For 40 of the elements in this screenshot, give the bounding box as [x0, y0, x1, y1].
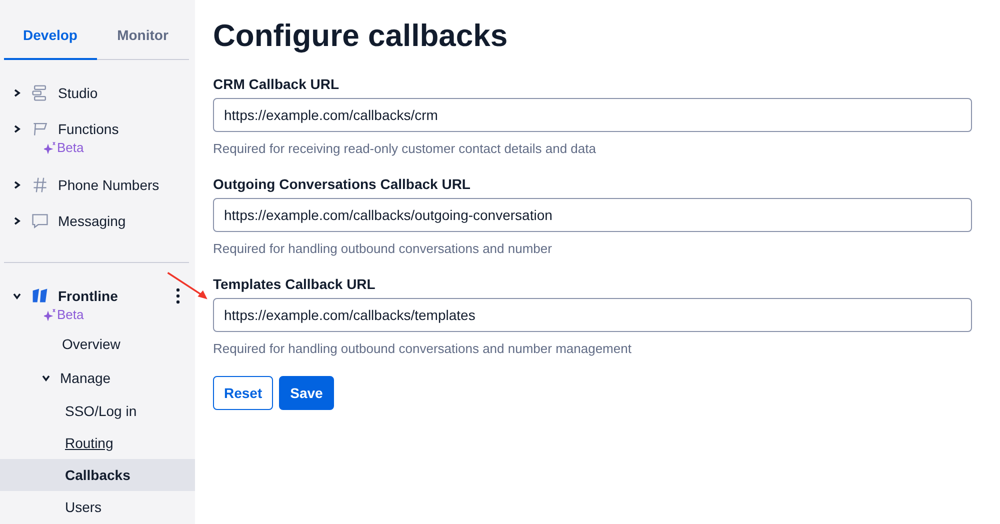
nav-item[interactable]: Messaging	[58, 213, 126, 229]
reset-button[interactable]: Reset	[213, 376, 274, 410]
flags-icon	[31, 287, 49, 305]
help-text: Required for handling outbound conversations and number	[213, 241, 553, 256]
chevron-icon[interactable]	[41, 373, 51, 383]
nav-item[interactable]: Studio	[58, 85, 98, 101]
chevron-icon[interactable]	[12, 291, 22, 301]
chevron-icon[interactable]	[12, 216, 22, 226]
nav-item[interactable]: Callbacks	[0, 459, 195, 491]
chevron-icon[interactable]	[12, 180, 22, 190]
sidebar-tab[interactable]: Monitor	[96, 18, 189, 60]
help-text: Required for handling outbound conversations and number management	[213, 341, 632, 356]
nav-item[interactable]: Phone Numbers	[58, 177, 160, 193]
save-button[interactable]: Save	[279, 376, 334, 410]
beta-badge: Beta	[44, 307, 84, 322]
annotation-arrow	[166, 270, 210, 302]
nav-item[interactable]: Users	[0, 491, 195, 523]
page-title: Configure callbacks	[213, 18, 509, 54]
nav-item[interactable]: Overview	[4, 327, 195, 361]
more-icon[interactable]	[175, 287, 181, 305]
function-icon	[31, 120, 49, 138]
url-field[interactable]: https://example.com/callbacks/crm	[213, 98, 972, 132]
chevron-icon[interactable]	[12, 88, 22, 98]
url-field[interactable]: https://example.com/callbacks/templates	[213, 298, 972, 332]
beta-badge: Beta	[44, 140, 84, 155]
nav-item[interactable]: Functions	[58, 121, 119, 137]
chevron-icon[interactable]	[12, 124, 22, 134]
flow-icon	[31, 84, 49, 102]
hash-icon	[31, 176, 49, 194]
field-label: Templates Callback URL	[213, 276, 376, 292]
sidebar-tab[interactable]: Develop	[4, 18, 96, 60]
nav-item[interactable]: Routing	[0, 427, 195, 459]
nav-item[interactable]: SSO/Log in	[0, 395, 195, 427]
nav-group[interactable]: Manage	[60, 370, 111, 386]
help-text: Required for receiving read-only customer contact details and data	[213, 141, 597, 156]
app-name[interactable]: Frontline	[58, 288, 118, 304]
field-label: CRM Callback URL	[213, 76, 340, 92]
field-label: Outgoing Conversations Callback URL	[213, 176, 472, 192]
chat-icon	[31, 212, 49, 230]
url-field[interactable]: https://example.com/callbacks/outgoing-conversation	[213, 198, 972, 232]
